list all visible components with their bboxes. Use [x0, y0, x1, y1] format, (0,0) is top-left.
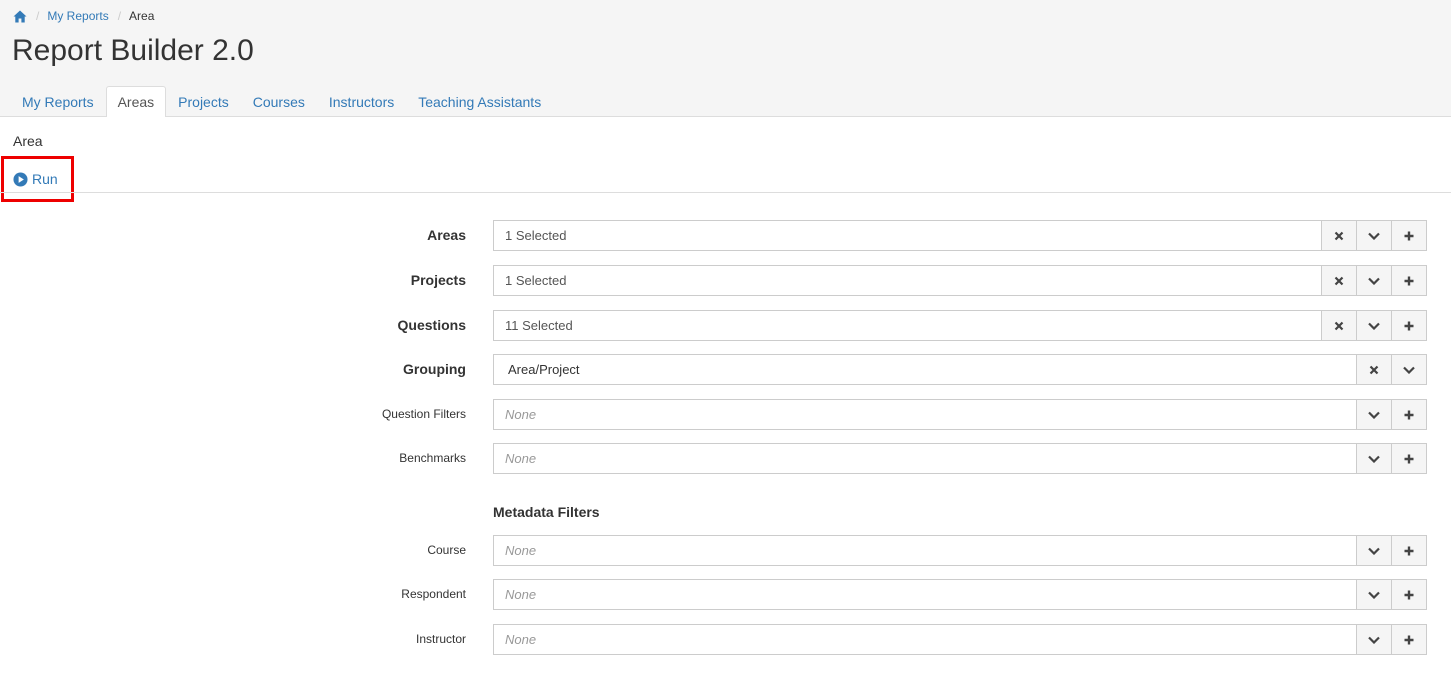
instructor-label: Instructor [415, 632, 466, 646]
chevron-down-icon[interactable] [1356, 580, 1391, 609]
breadcrumb-current: Area [129, 9, 155, 23]
plus-icon[interactable] [1391, 266, 1426, 295]
page-title: Report Builder 2.0 [12, 34, 254, 67]
projects-select[interactable]: 1 Selected [493, 265, 1427, 296]
chevron-down-icon[interactable] [1356, 400, 1391, 429]
chevron-down-icon[interactable] [1356, 444, 1391, 473]
chevron-down-icon[interactable] [1356, 266, 1391, 295]
tab-instructors[interactable]: Instructors [317, 86, 406, 116]
question-filters-select[interactable]: None [493, 399, 1427, 430]
respondent-select[interactable]: None [493, 579, 1427, 610]
plus-icon[interactable] [1391, 536, 1426, 565]
clear-icon[interactable] [1356, 355, 1391, 384]
questions-row: Questions 11 Selected [0, 310, 1451, 341]
benchmarks-row: Benchmarks None [0, 443, 1451, 474]
areas-value[interactable]: 1 Selected [494, 221, 1321, 250]
questions-label: Questions [397, 317, 466, 333]
projects-row: Projects 1 Selected [0, 265, 1451, 296]
divider [0, 192, 1451, 193]
chevron-down-icon[interactable] [1356, 221, 1391, 250]
tab-teaching-assistants[interactable]: Teaching Assistants [406, 86, 553, 116]
benchmarks-select[interactable]: None [493, 443, 1427, 474]
projects-value[interactable]: 1 Selected [494, 266, 1321, 295]
plus-icon[interactable] [1391, 580, 1426, 609]
course-select[interactable]: None [493, 535, 1427, 566]
plus-icon[interactable] [1391, 400, 1426, 429]
metadata-filters-heading: Metadata Filters [493, 504, 600, 520]
plus-icon[interactable] [1391, 311, 1426, 340]
clear-icon[interactable] [1321, 221, 1356, 250]
respondent-label: Respondent [401, 587, 466, 601]
clear-icon[interactable] [1321, 311, 1356, 340]
plus-icon[interactable] [1391, 625, 1426, 654]
breadcrumb-separator: / [36, 9, 40, 23]
breadcrumb-my-reports[interactable]: My Reports [47, 9, 108, 23]
question-filters-row: Question Filters None [0, 399, 1451, 430]
run-label: Run [32, 171, 58, 187]
breadcrumb-separator: / [117, 9, 122, 23]
benchmarks-value[interactable]: None [494, 444, 1356, 473]
questions-select[interactable]: 11 Selected [493, 310, 1427, 341]
chevron-down-icon[interactable] [1391, 355, 1426, 384]
areas-row: Areas 1 Selected [0, 220, 1451, 251]
tab-my-reports[interactable]: My Reports [10, 86, 106, 116]
questions-value[interactable]: 11 Selected [494, 311, 1321, 340]
clear-icon[interactable] [1321, 266, 1356, 295]
projects-label: Projects [410, 272, 466, 288]
instructor-select[interactable]: None [493, 624, 1427, 655]
respondent-row: Respondent None [0, 579, 1451, 610]
section-title: Area [13, 133, 43, 149]
plus-icon[interactable] [1391, 444, 1426, 473]
tab-bar: My Reports Areas Projects Courses Instru… [10, 86, 553, 117]
instructor-row: Instructor None [0, 624, 1451, 655]
run-button[interactable]: Run [13, 170, 58, 188]
tab-courses[interactable]: Courses [241, 86, 317, 116]
grouping-row: Grouping Area/Project [0, 354, 1451, 385]
course-value[interactable]: None [494, 536, 1356, 565]
home-icon[interactable] [13, 10, 27, 23]
course-row: Course None [0, 535, 1451, 566]
course-label: Course [427, 543, 466, 557]
areas-label: Areas [427, 227, 466, 243]
question-filters-label: Question Filters [381, 407, 466, 421]
areas-select[interactable]: 1 Selected [493, 220, 1427, 251]
grouping-select[interactable]: Area/Project [493, 354, 1427, 385]
plus-icon[interactable] [1391, 221, 1426, 250]
play-circle-icon [13, 171, 28, 187]
chevron-down-icon[interactable] [1356, 311, 1391, 340]
chevron-down-icon[interactable] [1356, 625, 1391, 654]
chevron-down-icon[interactable] [1356, 536, 1391, 565]
benchmarks-label: Benchmarks [399, 451, 466, 465]
question-filters-value[interactable]: None [494, 400, 1356, 429]
tab-areas[interactable]: Areas [105, 86, 167, 117]
respondent-value[interactable]: None [494, 580, 1356, 609]
breadcrumb: / My Reports / Area [13, 8, 154, 24]
instructor-value[interactable]: None [494, 625, 1356, 654]
tab-projects[interactable]: Projects [166, 86, 241, 116]
grouping-label: Grouping [403, 361, 466, 377]
grouping-value[interactable]: Area/Project [494, 355, 1356, 384]
